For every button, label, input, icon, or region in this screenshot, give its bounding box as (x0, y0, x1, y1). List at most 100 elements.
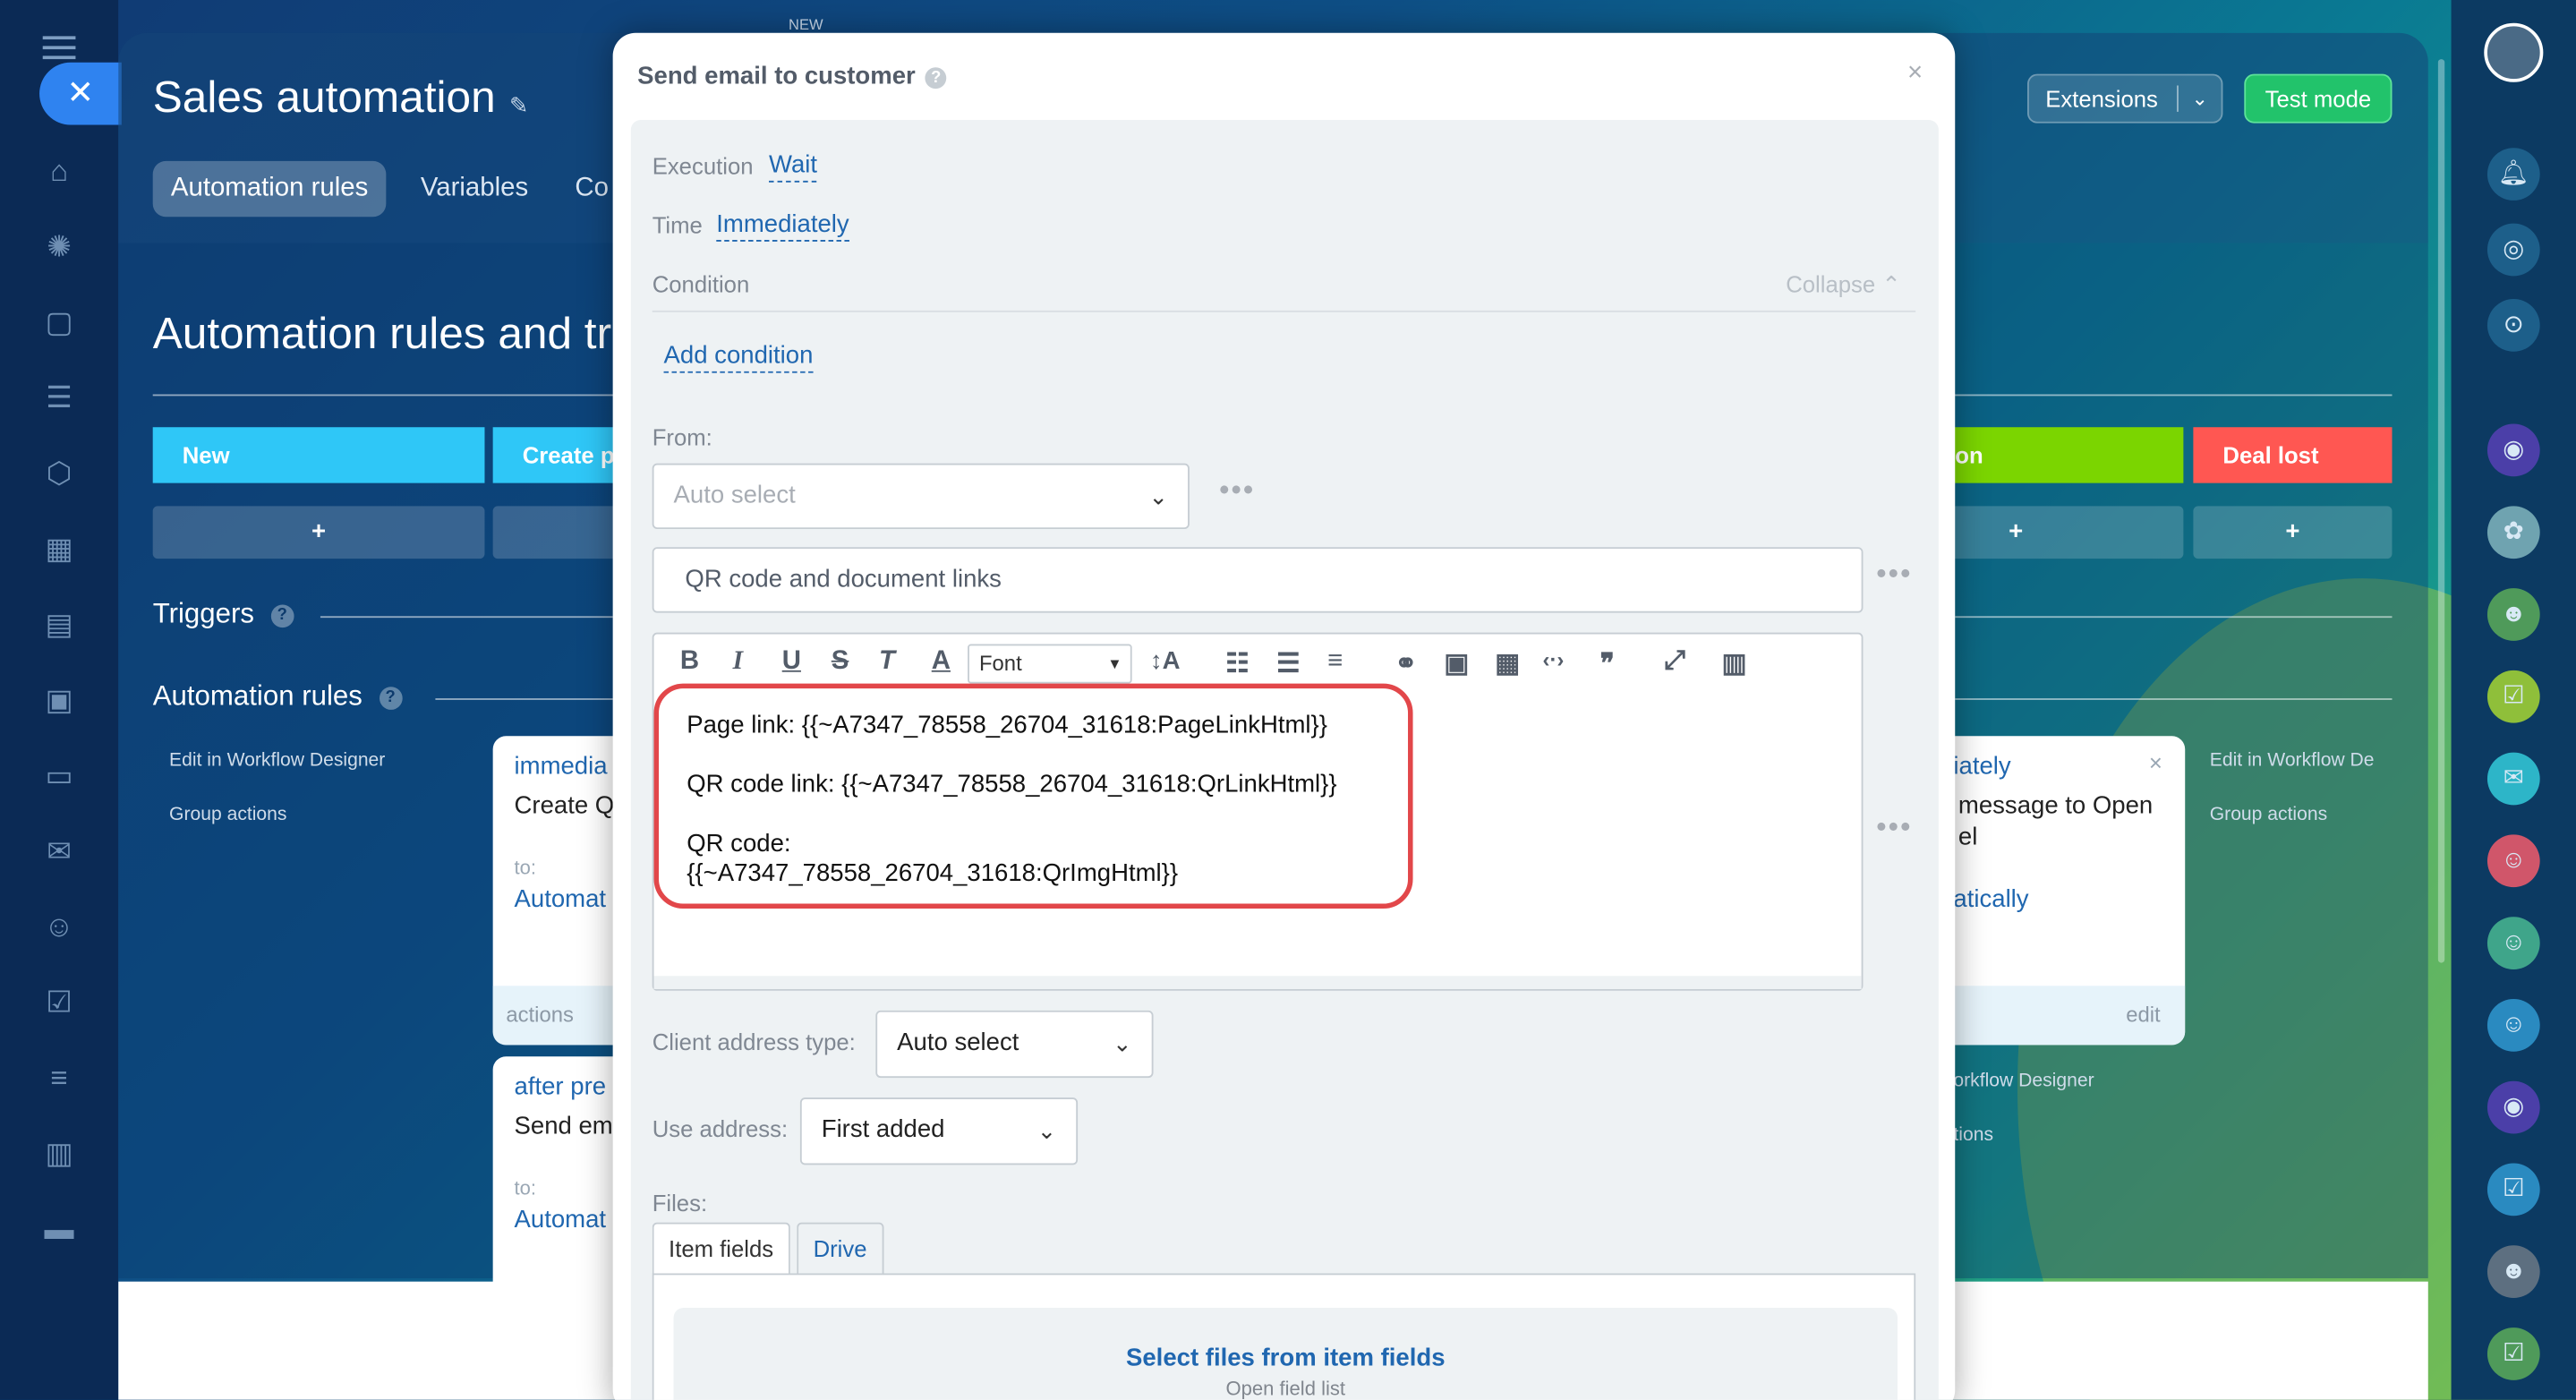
rule-timing[interactable]: iately (1953, 753, 2010, 781)
add-rule-button[interactable] (492, 506, 625, 559)
extensions-button[interactable]: Extensions ⌄ (2027, 73, 2223, 124)
add-rule-button[interactable]: + (152, 506, 485, 559)
box-icon[interactable]: ▬ (39, 1209, 79, 1249)
rule-recipient[interactable]: Automat (515, 1206, 607, 1234)
docs-icon[interactable]: ▤ (39, 604, 79, 644)
image-icon[interactable]: ▣ (1444, 647, 1469, 680)
from-select[interactable]: Auto select ⌄ (652, 463, 1190, 530)
client-address-select[interactable]: Auto select ⌄ (875, 1010, 1154, 1079)
stage-new[interactable]: New (152, 427, 485, 483)
help-icon[interactable]: ? (379, 687, 402, 710)
chat-bubble-icon[interactable]: ✉ (2486, 752, 2540, 806)
source-icon[interactable]: ▥ (1722, 647, 1747, 680)
rule-recipient[interactable]: Automat (515, 885, 607, 913)
grid-icon[interactable]: ▥ (39, 1133, 79, 1173)
group-chat-icon[interactable]: ☺ (2486, 834, 2540, 888)
ordered-list-icon[interactable]: ☷ (1225, 647, 1249, 680)
help-icon[interactable]: ? (925, 67, 947, 90)
edit-in-designer-link[interactable]: orkflow Designer (1953, 1071, 2094, 1091)
bell-icon[interactable]: 🔔︎ (2486, 148, 2540, 201)
more-icon[interactable]: ••• (1876, 810, 1912, 845)
time-value[interactable]: Immediately (716, 210, 849, 242)
font-color-button[interactable]: A (932, 647, 951, 677)
add-condition-link[interactable]: Add condition (663, 342, 814, 373)
select-files-area[interactable]: Select files from item fields Open field… (673, 1308, 1898, 1400)
rule-footer[interactable]: edit (1933, 986, 2186, 1046)
group-chat-icon[interactable]: ☺ (2486, 917, 2540, 969)
calendar-icon[interactable]: ▦ (39, 529, 79, 568)
quote-icon[interactable]: ❞ (1600, 647, 1615, 680)
user-avatar[interactable] (2484, 22, 2544, 82)
bold-button[interactable]: B (680, 647, 699, 677)
select-files-link[interactable]: Select files from item fields (674, 1308, 1898, 1371)
rule-recipient[interactable]: atically (1953, 885, 2028, 913)
collapse-toggle[interactable]: Collapse ⌃ (1786, 271, 1901, 299)
group-actions-link[interactable]: tions (1953, 1125, 1993, 1145)
group-avatar[interactable]: ✿ (2486, 506, 2540, 559)
contacts-icon[interactable]: ☺ (39, 907, 79, 946)
menu-icon[interactable] (42, 36, 76, 60)
store-icon[interactable]: ▭ (39, 755, 79, 795)
subject-input[interactable]: QR code and document links (652, 547, 1864, 613)
help-icon[interactable]: ? (270, 604, 294, 628)
home-icon[interactable]: ⌂ (39, 151, 79, 191)
strike-button[interactable]: S (832, 647, 849, 677)
more-icon[interactable]: ••• (1876, 557, 1912, 592)
stage-create[interactable]: Create p (492, 427, 625, 483)
stage-won[interactable]: on (1933, 427, 2184, 483)
openlines-icon[interactable]: ◉ (2486, 423, 2540, 477)
tab-automation-rules[interactable]: Automation rules (152, 160, 387, 218)
crm-icon[interactable]: ⬡ (39, 454, 79, 493)
align-icon[interactable]: ≡ (1327, 647, 1343, 677)
execution-value[interactable]: Wait (769, 151, 818, 183)
more-icon[interactable]: ••• (1219, 474, 1255, 508)
bullet-list-icon[interactable]: ☰ (1276, 647, 1300, 680)
code-icon[interactable]: ‹·› (1543, 647, 1565, 672)
underline-button[interactable]: U (782, 647, 801, 677)
tab-drive[interactable]: Drive (797, 1222, 883, 1276)
message-editor[interactable]: B I U S T A Font ▼ ↕A ☷ ☰ ≡ ⚭ ▣ ▦ ‹·› ❞ ⤢ (652, 632, 1864, 991)
edit-in-designer-link[interactable]: Edit in Workflow De (2210, 751, 2375, 771)
group-actions-link[interactable]: Group actions (2210, 805, 2327, 824)
rule-card[interactable]: iately × message to Open el atically edi… (1933, 736, 2186, 1046)
open-field-list[interactable]: Open field list (674, 1377, 1898, 1400)
feed-icon[interactable]: ✺ (39, 226, 79, 266)
tab-variables[interactable]: Variables (403, 161, 547, 217)
add-rule-button[interactable]: + (2193, 506, 2393, 559)
chat-icon[interactable]: ▢ (39, 303, 79, 342)
contact-avatar[interactable]: ☻ (2486, 588, 2540, 641)
contact-avatar[interactable]: ☻ (2486, 1245, 2540, 1299)
group-actions-link[interactable]: Group actions (169, 805, 286, 824)
link-icon[interactable]: ⚭ (1395, 647, 1417, 680)
rule-timing[interactable]: immedia (515, 753, 608, 781)
group-chat-icon[interactable]: ☺ (2486, 998, 2540, 1052)
rule-timing[interactable]: after pre (515, 1073, 607, 1101)
tasks-check-icon[interactable]: ☑ (2486, 1163, 2540, 1216)
pin-icon[interactable]: ✎ (509, 92, 529, 120)
search-chat-icon[interactable]: ⊙ (2486, 299, 2540, 352)
stage-deal-lost[interactable]: Deal lost (2193, 427, 2393, 483)
close-slider-button[interactable]: ✕ (39, 62, 122, 125)
filter-icon[interactable]: ≡ (39, 1058, 79, 1097)
tab-item-fields[interactable]: Item fields (652, 1222, 790, 1276)
mail-icon[interactable]: ✉ (39, 832, 79, 871)
close-icon[interactable]: × (2149, 749, 2162, 775)
test-mode-button[interactable]: Test mode (2244, 73, 2393, 124)
edit-in-designer-link[interactable]: Edit in Workflow Designer (169, 751, 385, 771)
font-select[interactable]: Font ▼ (968, 644, 1132, 684)
clear-format-button[interactable]: T (879, 647, 895, 677)
use-address-select[interactable]: First added ⌄ (799, 1097, 1079, 1165)
tasks-check-icon[interactable]: ☑ (2486, 670, 2540, 723)
tasks-icon[interactable]: ☰ (39, 378, 79, 417)
close-icon[interactable]: × (1907, 59, 1923, 89)
italic-button[interactable]: I (733, 647, 743, 677)
tasks-check-icon[interactable]: ☑ (2486, 1327, 2540, 1380)
scrollbar[interactable] (2437, 59, 2445, 963)
table-icon[interactable]: ▦ (1495, 647, 1520, 680)
fullscreen-icon[interactable]: ⤢ (1664, 647, 1685, 677)
openlines-icon[interactable]: ◉ (2486, 1080, 2540, 1134)
checklist-icon[interactable]: ☑ (39, 983, 79, 1022)
sites-icon[interactable]: ▣ (39, 680, 79, 720)
font-size-button[interactable]: ↕A (1150, 647, 1181, 675)
target-icon[interactable]: ◎ (2486, 223, 2540, 277)
